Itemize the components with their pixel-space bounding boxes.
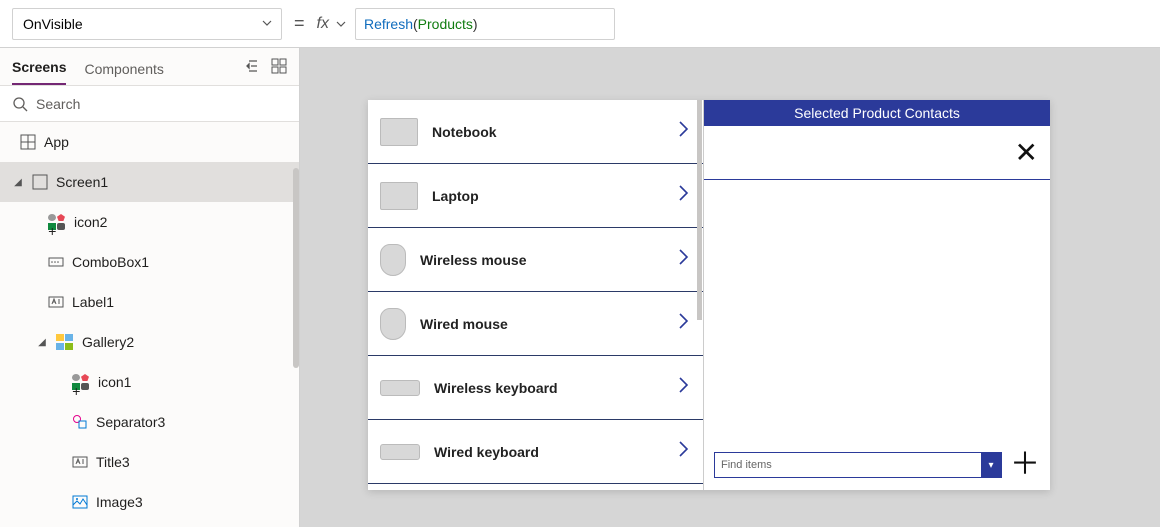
- tree-node-gallery2[interactable]: ◢ Gallery2: [0, 322, 299, 362]
- search-input[interactable]: Search: [0, 86, 299, 122]
- tree-node-combobox1[interactable]: ComboBox1: [0, 242, 299, 282]
- tree-node-label1[interactable]: Label1: [0, 282, 299, 322]
- label-icon: [48, 294, 64, 310]
- chevron-right-icon[interactable]: [677, 439, 691, 464]
- app-icon: [20, 134, 36, 150]
- contacts-panel: Selected Product Contacts ✕ Find items ▾…: [704, 100, 1050, 490]
- tree-node-image3[interactable]: Image3: [0, 482, 299, 522]
- chevron-right-icon[interactable]: [677, 247, 691, 272]
- chevron-right-icon[interactable]: [677, 375, 691, 400]
- tree-node-separator3[interactable]: Separator3: [0, 402, 299, 442]
- product-title: Laptop: [432, 188, 663, 204]
- product-image: [380, 380, 420, 396]
- product-image: [380, 118, 418, 146]
- tree-node-screen1[interactable]: ◢ Screen1: [0, 162, 299, 202]
- chevron-down-icon[interactable]: ▾: [981, 453, 1001, 477]
- chevron-down-icon: [261, 16, 273, 32]
- expand-icon[interactable]: ◢: [36, 337, 48, 348]
- tree-node-app[interactable]: App: [0, 122, 299, 162]
- shape-icon: [72, 414, 88, 430]
- gallery-item[interactable]: Wireless keyboard: [368, 356, 703, 420]
- product-title: Notebook: [432, 124, 663, 140]
- scrollbar-thumb[interactable]: [697, 100, 702, 320]
- formula-bar: OnVisible = fx Refresh ( Products ): [0, 0, 1160, 48]
- app-screen: Notebook Laptop Wireless mouse Wired mouse W…: [368, 100, 1050, 490]
- chevron-down-icon: [335, 18, 347, 30]
- gallery-item[interactable]: Wireless mouse: [368, 228, 703, 292]
- search-icon: [12, 96, 28, 112]
- expand-icon[interactable]: ◢: [12, 177, 24, 188]
- contacts-header: Selected Product Contacts: [704, 100, 1050, 126]
- design-canvas[interactable]: Notebook Laptop Wireless mouse Wired mouse W…: [300, 48, 1160, 527]
- chevron-right-icon[interactable]: [677, 183, 691, 208]
- fx-label[interactable]: fx: [317, 15, 347, 33]
- search-placeholder: Search: [36, 96, 80, 112]
- products-gallery[interactable]: Notebook Laptop Wireless mouse Wired mouse W…: [368, 100, 704, 490]
- equals-sign: =: [290, 13, 309, 34]
- product-title: Wired mouse: [420, 316, 663, 332]
- tree-node-icon2[interactable]: + icon2: [0, 202, 299, 242]
- product-title: Wireless keyboard: [434, 380, 663, 396]
- combobox-icon: [48, 254, 64, 270]
- gallery-item[interactable]: Laptop: [368, 164, 703, 228]
- label-icon: [72, 454, 88, 470]
- property-selector[interactable]: OnVisible: [12, 8, 282, 40]
- scrollbar-thumb[interactable]: [293, 168, 299, 368]
- gallery-icon: [56, 334, 74, 350]
- product-image: [380, 182, 418, 210]
- product-image: [380, 308, 406, 340]
- tree-node-title3[interactable]: Title3: [0, 442, 299, 482]
- add-icon[interactable]: ＋: [1010, 450, 1040, 480]
- tree-view: App ◢ Screen1 + icon2 ComboBox1 Label1 ◢: [0, 122, 299, 527]
- tab-components[interactable]: Components: [84, 61, 163, 85]
- product-image: [380, 244, 406, 276]
- product-title: Wired keyboard: [434, 444, 663, 460]
- close-icon[interactable]: ✕: [1015, 139, 1038, 167]
- find-items-combobox[interactable]: Find items ▾: [714, 452, 1002, 478]
- property-selector-value: OnVisible: [23, 16, 83, 32]
- panel-tabs: Screens Components: [0, 48, 299, 86]
- chevron-right-icon[interactable]: [677, 119, 691, 144]
- product-title: Wireless mouse: [420, 252, 663, 268]
- grid-view-icon[interactable]: [271, 58, 287, 79]
- chevron-right-icon[interactable]: [677, 311, 691, 336]
- tab-screens[interactable]: Screens: [12, 59, 66, 85]
- tree-view-panel: Screens Components Search App ◢: [0, 48, 300, 527]
- product-image: [380, 444, 420, 460]
- contacts-list: [704, 180, 1050, 440]
- gallery-item[interactable]: Wired keyboard: [368, 420, 703, 484]
- gallery-item[interactable]: Notebook: [368, 100, 703, 164]
- multi-icon: +: [72, 374, 90, 390]
- screen-icon: [32, 174, 48, 190]
- formula-input[interactable]: Refresh ( Products ): [355, 8, 615, 40]
- multi-icon: +: [48, 214, 66, 230]
- image-icon: [72, 494, 88, 510]
- list-options-icon[interactable]: [245, 58, 261, 79]
- tree-node-icon1[interactable]: + icon1: [0, 362, 299, 402]
- gallery-item[interactable]: Wired mouse: [368, 292, 703, 356]
